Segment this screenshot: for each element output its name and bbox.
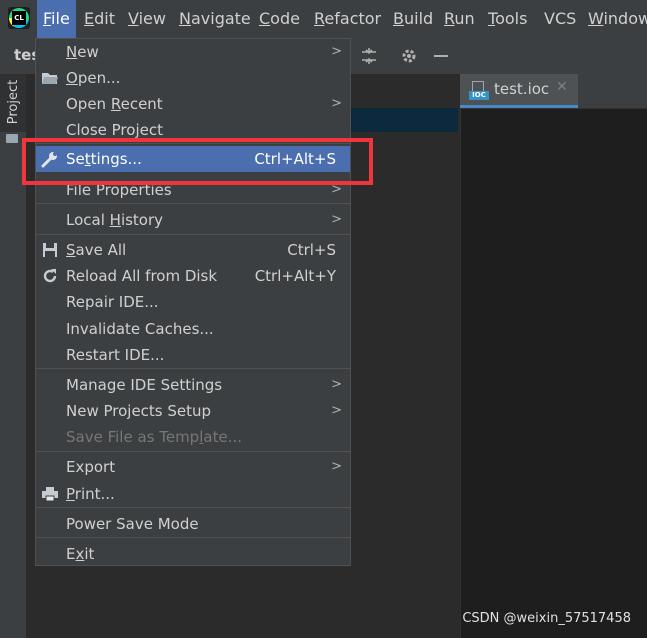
chevron-right-icon: > — [331, 44, 342, 59]
printer-icon — [41, 485, 59, 503]
shortcut-save-all: Ctrl+S — [287, 241, 336, 259]
menu-separator — [36, 234, 350, 235]
menu-item-local-history[interactable]: Local History > — [36, 207, 350, 233]
menu-separator — [36, 203, 350, 204]
menu-vcs[interactable]: VCS — [538, 0, 582, 38]
menu-item-save-as-template: Save File as Template... — [66, 428, 242, 446]
refresh-icon — [41, 267, 59, 285]
collapse-all-icon[interactable] — [358, 45, 380, 67]
menu-file[interactable]: File — [37, 0, 76, 38]
folder-open-icon — [41, 69, 59, 87]
menu-build[interactable]: Build — [387, 0, 439, 38]
chevron-right-icon: > — [331, 403, 342, 418]
shortcut-reload-all: Ctrl+Alt+Y — [254, 267, 336, 285]
editor-tab-title[interactable]: test.ioc — [494, 80, 549, 98]
menu-item-repair-ide[interactable]: Repair IDE... — [36, 289, 350, 315]
chevron-right-icon: > — [331, 212, 342, 227]
menu-item-restart-ide[interactable]: Restart IDE... — [36, 342, 350, 368]
menu-item-export[interactable]: Export > — [36, 454, 350, 480]
close-icon[interactable]: ✕ — [556, 79, 568, 95]
menu-item-save-all[interactable]: Save All Ctrl+S — [36, 237, 350, 263]
minimize-icon[interactable] — [430, 45, 452, 67]
menu-code[interactable]: Code — [253, 0, 306, 38]
menu-item-open-recent[interactable]: Open Recent > — [36, 91, 350, 117]
menu-item-print[interactable]: Print... — [36, 481, 350, 507]
file-menu-dropdown: New > Open... Open Recent > Close Projec… — [35, 38, 351, 566]
menu-item-manage-ide-settings[interactable]: Manage IDE Settings > — [36, 372, 350, 398]
menu-bar: CL File Edit View Navigate Code Refactor… — [0, 0, 647, 39]
menu-separator — [36, 368, 350, 369]
menu-run[interactable]: Run — [438, 0, 481, 38]
menu-edit[interactable]: Edit — [78, 0, 121, 38]
menu-item-new[interactable]: New > — [36, 39, 350, 65]
chevron-right-icon: > — [331, 377, 342, 392]
menu-navigate[interactable]: Navigate — [173, 0, 257, 38]
menu-item-power-save-mode[interactable]: Power Save Mode — [36, 511, 350, 537]
save-icon — [41, 241, 59, 259]
menu-item-reload-all[interactable]: Reload All from Disk Ctrl+Alt+Y — [36, 263, 350, 289]
menu-tools[interactable]: Tools — [482, 0, 533, 38]
menu-separator — [36, 451, 350, 452]
chevron-right-icon: > — [331, 96, 342, 111]
watermark: CSDN @weixin_57517458 — [462, 611, 631, 626]
settings-highlight-box — [22, 138, 373, 185]
clion-logo-icon: CL — [8, 7, 30, 29]
menu-item-exit[interactable]: Exit — [36, 541, 350, 567]
menu-separator — [36, 537, 350, 538]
menu-item-invalidate-caches[interactable]: Invalidate Caches... — [36, 316, 350, 342]
menu-window[interactable]: Window — [582, 0, 647, 38]
menu-view[interactable]: View — [122, 0, 172, 38]
project-tab-label[interactable]: Project — [5, 72, 23, 132]
chevron-right-icon: > — [331, 459, 342, 474]
menu-item-new-projects-setup[interactable]: New Projects Setup > — [36, 398, 350, 424]
folder-icon — [6, 134, 18, 143]
menu-refactor[interactable]: Refactor — [308, 0, 387, 38]
editor-area[interactable] — [460, 74, 647, 638]
project-tree-selection[interactable] — [350, 108, 458, 132]
gear-icon[interactable] — [398, 45, 420, 67]
ioc-file-icon: IOC — [469, 81, 489, 101]
menu-item-open[interactable]: Open... — [36, 65, 350, 91]
menu-separator — [36, 507, 350, 508]
